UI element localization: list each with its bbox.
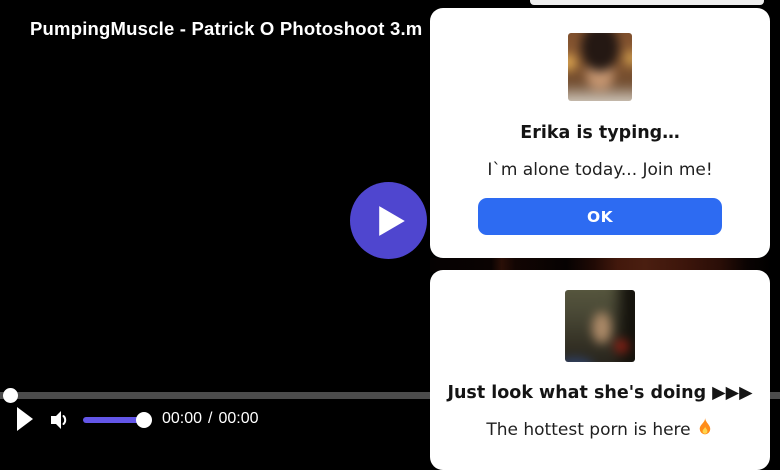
ok-button[interactable]: OK [478,198,722,235]
popup-title: Erika is typing… [520,123,680,143]
play-icon [379,205,405,236]
popup-message-text: The hottest porn is here [486,420,691,440]
big-play-button[interactable] [350,182,427,259]
seek-thumb[interactable] [3,388,18,403]
play-icon [17,407,33,431]
popup-thumbnail-blurred [565,290,635,362]
popup-thumbnail-blurred [568,33,632,101]
popup-title: Just look what she's doing ▶▶▶ [447,383,753,403]
popup-message: I`m alone today... Join me! [487,160,713,180]
popup-just-look: Just look what she's doing ▶▶▶ The hotte… [430,270,770,470]
current-time: 00:00 [162,410,203,427]
volume-thumb[interactable] [136,412,152,428]
volume-button[interactable] [51,409,68,434]
fire-icon [699,418,710,435]
time-display: 00:00 / 00:00 [162,410,259,428]
volume-slider[interactable] [83,412,152,428]
popup-erika-typing: Erika is typing… I`m alone today... Join… [430,8,770,258]
popup-message: The hottest porn is here [440,418,760,440]
background-card-edge [530,0,764,5]
duration: 00:00 [218,410,259,427]
play-button[interactable] [17,407,33,434]
video-title: PumpingMuscle - Patrick O Photoshoot 3.m [30,18,423,39]
time-separator: / [208,410,213,427]
speaker-icon [51,411,67,429]
